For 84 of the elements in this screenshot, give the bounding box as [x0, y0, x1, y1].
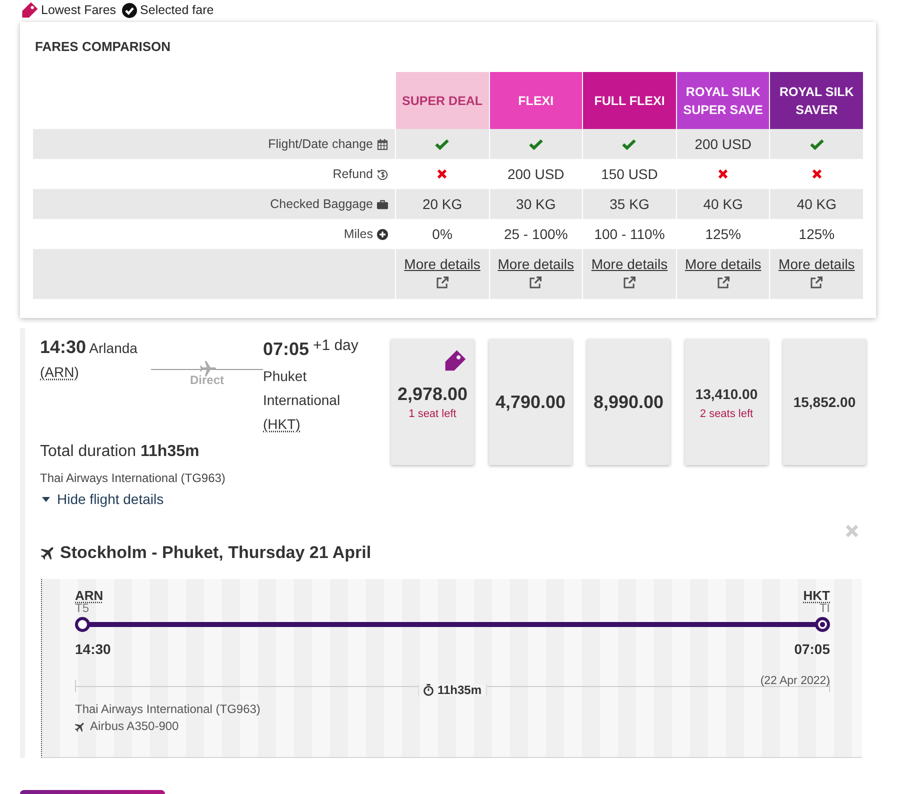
external-link-icon: [622, 276, 636, 289]
check-icon: [622, 138, 636, 150]
fare-column-header: ROYAL SILK SAVER: [770, 72, 863, 129]
airline-label: Thai Airways International (TG963): [75, 701, 262, 718]
table-cell: 40 KG: [770, 189, 863, 219]
more-details-link[interactable]: More details: [404, 256, 480, 272]
departure-time: 14:30: [40, 337, 86, 357]
legend-label: Selected fare: [140, 3, 214, 17]
row-label: Refund: [332, 167, 373, 181]
check-icon: [435, 138, 450, 150]
terminal-label: T5: [75, 603, 90, 614]
duration-label: 11h35m: [437, 684, 482, 696]
row-label: Miles: [344, 227, 373, 241]
tag-icon: [445, 350, 466, 371]
plane-icon: [199, 361, 217, 377]
airport-code: HKT: [803, 589, 830, 603]
arrival-time: 07:05: [794, 641, 830, 657]
legend-label: Lowest Fares: [41, 3, 116, 17]
flight-title: Stockholm - Phuket, Thursday 21 April: [60, 542, 372, 564]
more-details-link[interactable]: More details: [591, 256, 668, 272]
stopwatch-icon: [423, 684, 434, 696]
aircraft-label: Airbus A350-900: [90, 718, 179, 735]
cross-icon: [812, 169, 822, 179]
departure-time: 14:30: [75, 641, 111, 657]
check-icon: [528, 138, 543, 150]
table-cell-text: 125%: [704, 225, 742, 244]
airport-name: Arlanda: [89, 340, 138, 356]
button-top-edge[interactable]: [20, 790, 165, 794]
hide-details-link[interactable]: Hide flight details: [40, 490, 164, 508]
external-link-icon: [436, 276, 449, 289]
airport-code: (ARN): [40, 363, 79, 382]
total-duration: Total duration 11h35m: [40, 442, 200, 462]
arrival-marker-icon: [815, 616, 830, 632]
fare-price-button[interactable]: 4,790.00: [489, 339, 572, 465]
table-cell: 30 KG: [490, 189, 582, 219]
close-icon[interactable]: [845, 524, 859, 538]
more-details-link[interactable]: More details: [778, 256, 855, 272]
fare-price-button[interactable]: 13,410.00 2 seats left: [685, 339, 768, 465]
row-label: Flight/Date change: [268, 137, 373, 151]
section-title: FARES COMPARISON: [35, 39, 172, 55]
table-cell-text: 200 USD: [506, 165, 566, 184]
airline-label: Thai Airways International (TG963): [40, 470, 226, 486]
fare-column-header: FLEXI: [490, 72, 582, 129]
fare-column-header: SUPER DEAL: [396, 72, 489, 129]
cross-icon: [718, 169, 728, 179]
departure-marker-icon: [75, 616, 90, 632]
check-circle-icon: [122, 2, 138, 18]
table-cell-text: 25 - 100%: [502, 225, 569, 244]
airport-name: Phuket International: [263, 367, 342, 410]
more-details-link[interactable]: More details: [684, 256, 762, 272]
table-cell: 40 KG: [676, 189, 770, 219]
cross-icon: [437, 169, 448, 179]
terminal-label: TI: [819, 603, 830, 614]
suitcase-icon: [377, 198, 388, 210]
check-icon: [810, 138, 824, 150]
plane-icon: [75, 722, 85, 732]
fare-price-button[interactable]: 2,978.00 1 seat left: [391, 339, 474, 465]
table-cell: 20 KG: [396, 189, 489, 219]
table-cell: 200 USD: [676, 129, 770, 159]
more-details-link[interactable]: More details: [498, 256, 574, 272]
table-cell: 35 KG: [583, 189, 676, 219]
airport-code: ARN: [75, 589, 104, 603]
circular-arrow-dollar-icon: [377, 168, 388, 180]
external-link-icon: [529, 276, 542, 289]
fare-column-header: FULL FLEXI: [583, 72, 676, 129]
calendar-icon: [377, 138, 388, 150]
table-cell-text: 125%: [798, 225, 836, 244]
day-offset: +1 day: [312, 337, 358, 354]
fare-column-header: ROYAL SILK SUPER SAVE: [676, 72, 770, 129]
arrival-date: (22 Apr 2022): [760, 675, 830, 687]
tag-icon: [22, 2, 38, 18]
stops-label: Direct: [190, 373, 224, 387]
plane-icon: [41, 546, 55, 560]
fare-price-button[interactable]: 8,990.00: [587, 339, 670, 465]
external-link-icon: [716, 276, 730, 289]
table-cell-text: 150 USD: [600, 165, 659, 184]
plus-circle-icon: [377, 228, 388, 240]
airport-code: (HKT): [263, 415, 300, 434]
arrival-time: 07:05: [263, 339, 310, 359]
fare-price-button[interactable]: 15,852.00: [783, 339, 866, 465]
table-cell-text: 100 - 110%: [593, 225, 666, 244]
row-label: Checked Baggage: [270, 197, 373, 211]
table-cell-text: 0%: [431, 225, 454, 244]
external-link-icon: [810, 276, 824, 289]
